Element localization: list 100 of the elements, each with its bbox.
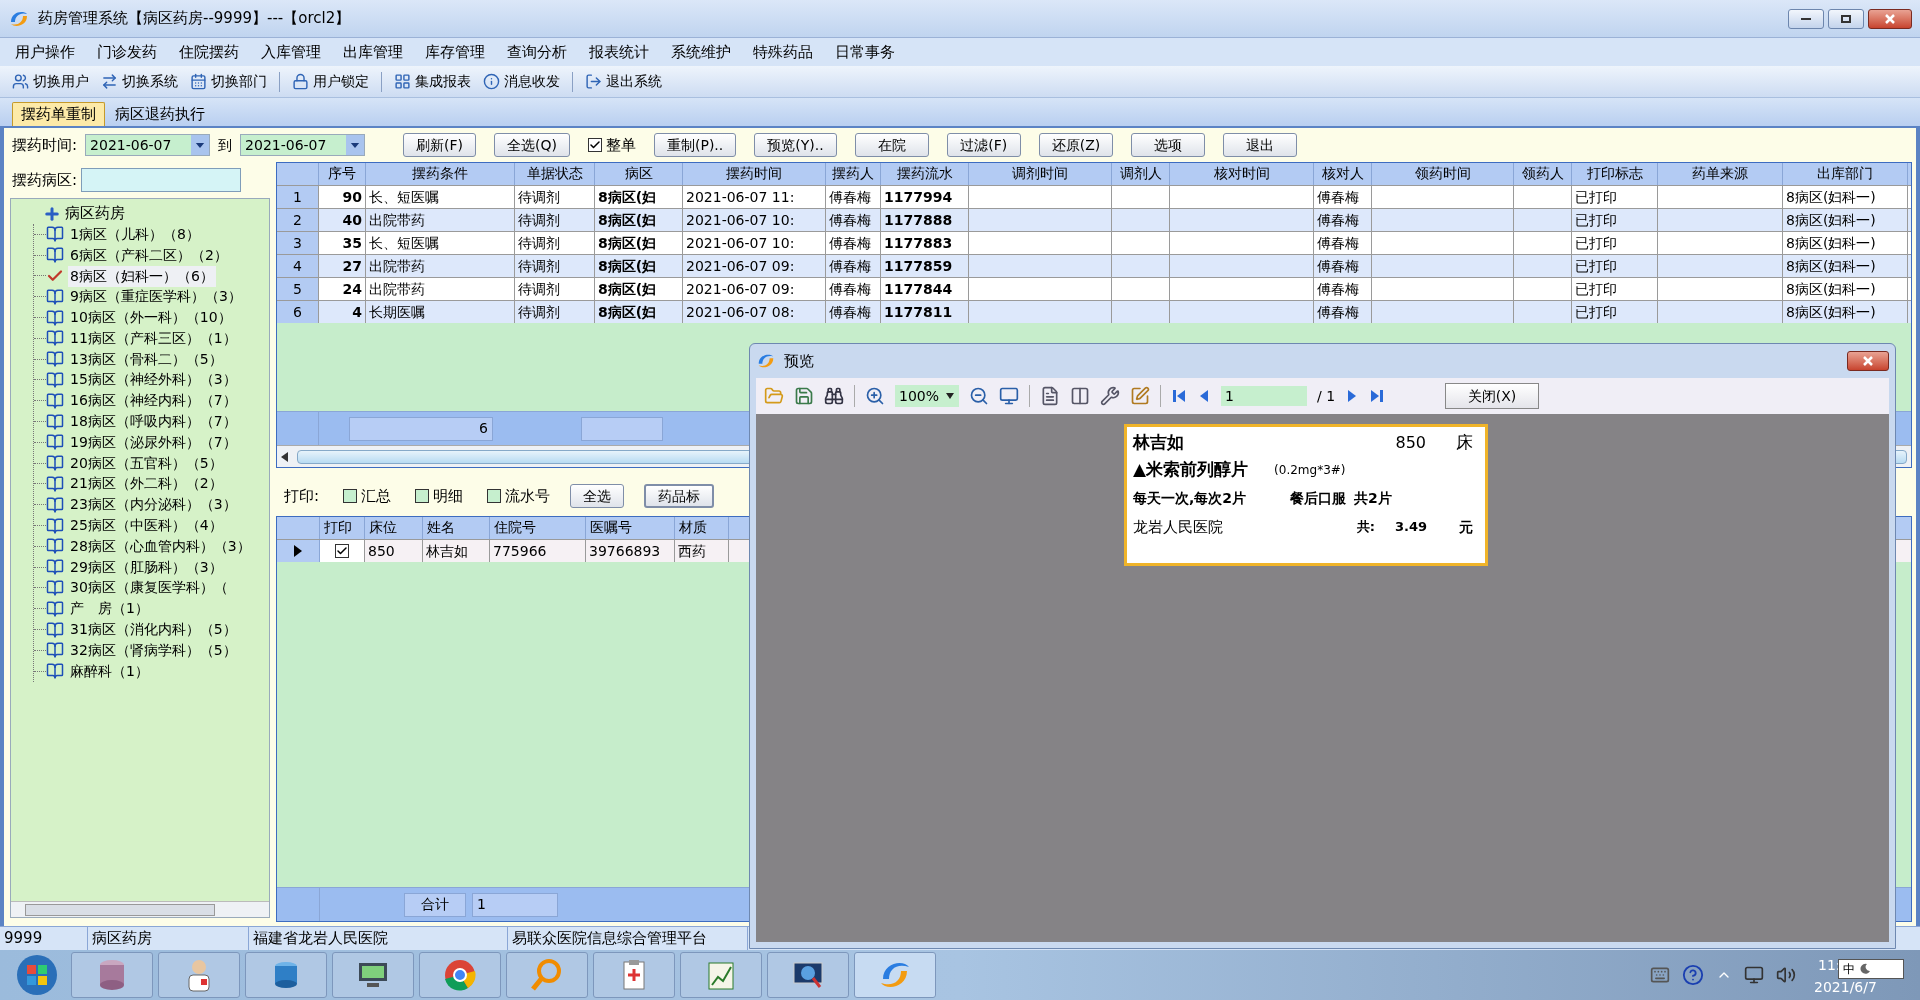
menu-item[interactable]: 用户操作: [4, 40, 86, 64]
tree-item[interactable]: 11病区（产科三区）（1）: [68, 327, 239, 349]
toolbar-button[interactable]: 切换部门: [186, 71, 271, 92]
tree-item[interactable]: 6病区（产科二区）（2）: [68, 244, 230, 266]
total-label: 共:: [1356, 518, 1375, 537]
ward-field[interactable]: [81, 168, 242, 192]
toolbar-button[interactable]: 退出系统: [581, 71, 666, 92]
tree-item[interactable]: 32病区（肾病学科）（5）: [68, 639, 239, 661]
columns-icon[interactable]: [1070, 386, 1090, 406]
taskbar-button[interactable]: [767, 952, 849, 998]
table-cell: 8病区(妇科一): [1783, 301, 1908, 323]
close-button[interactable]: [1847, 351, 1889, 371]
tree-item[interactable]: 9病区（重症医学科）（3）: [68, 286, 244, 308]
wrench-icon[interactable]: [1100, 386, 1120, 406]
toolbar-button[interactable]: 消息收发: [479, 71, 564, 92]
menu-item[interactable]: 报表统计: [578, 40, 660, 64]
first-page-icon[interactable]: [1171, 388, 1187, 404]
taskbar-button[interactable]: [332, 952, 414, 998]
clock-date: 2021/6/7: [1814, 978, 1877, 997]
zoom-in-icon[interactable]: [865, 386, 885, 406]
tree-item[interactable]: 13病区（骨科二）（5）: [68, 348, 225, 370]
tree-item[interactable]: 31病区（消化内科）（5）: [68, 619, 239, 641]
table-cell: 1177811: [881, 301, 969, 323]
binoculars-icon[interactable]: [824, 386, 844, 406]
toolbar-button[interactable]: 重制(P)..: [654, 133, 737, 157]
toolbar-button[interactable]: 药品标: [644, 484, 715, 508]
taskbar-button[interactable]: [245, 952, 327, 998]
checkbox[interactable]: [588, 138, 602, 152]
page-icon[interactable]: [1040, 386, 1060, 406]
menu-item[interactable]: 住院摆药: [168, 40, 250, 64]
menu-item[interactable]: 日常事务: [824, 40, 906, 64]
menu-item[interactable]: 入库管理: [250, 40, 332, 64]
help-icon[interactable]: [1682, 964, 1704, 986]
save-icon[interactable]: [794, 386, 814, 406]
checkbox[interactable]: [487, 489, 502, 503]
checkbox[interactable]: [415, 489, 430, 503]
toolbar-button[interactable]: 切换系统: [97, 71, 182, 92]
tree-item[interactable]: 20病区（五官科）（5）: [68, 452, 225, 474]
taskbar-button[interactable]: [71, 952, 153, 998]
keyboard-icon[interactable]: [1650, 965, 1670, 985]
scrollbar[interactable]: [11, 901, 269, 917]
tree-item[interactable]: 10病区（外一科）（10）: [68, 307, 234, 329]
tree-item[interactable]: 29病区（肛肠科）（3）: [68, 556, 225, 578]
tree-item[interactable]: 16病区（神经内科）（7）: [68, 390, 239, 412]
checkbox[interactable]: [343, 489, 358, 503]
menu-item[interactable]: 库存管理: [414, 40, 496, 64]
monitor-icon[interactable]: [999, 386, 1019, 406]
toolbar-button[interactable]: 选项: [1131, 133, 1206, 157]
tab[interactable]: 病区退药执行: [107, 102, 213, 126]
tree-item[interactable]: 25病区（中医科）（4）: [68, 515, 225, 537]
tree-item[interactable]: 8病区（妇科一）（6）: [68, 265, 216, 287]
zoom-out-icon[interactable]: [969, 386, 989, 406]
edit-icon[interactable]: [1130, 386, 1150, 406]
checkbox[interactable]: [335, 544, 349, 558]
menu-item[interactable]: 系统维护: [660, 40, 742, 64]
menu-item[interactable]: 门诊发药: [86, 40, 168, 64]
toolbar-button[interactable]: 集成报表: [390, 71, 475, 92]
table-cell: 4: [319, 301, 366, 323]
page-field[interactable]: 1: [1221, 386, 1307, 406]
tree-item[interactable]: 28病区（心血管内科）（3）: [68, 535, 253, 557]
tree-item[interactable]: 21病区（外二科）（2）: [68, 473, 225, 495]
tree-item[interactable]: 30病区（康复医学科）（: [68, 577, 230, 599]
close-button[interactable]: [1868, 8, 1912, 29]
menu-item[interactable]: 查询分析: [496, 40, 578, 64]
ime-bar[interactable]: 中: [1838, 959, 1904, 979]
tree-item[interactable]: 1病区（儿科）（8）: [68, 223, 202, 245]
tree-item[interactable]: 麻醉科（1）: [68, 660, 151, 682]
close-preview-button[interactable]: 关闭(X): [1445, 383, 1540, 409]
last-page-icon[interactable]: [1369, 388, 1386, 404]
tree-item[interactable]: 18病区（呼吸内科）（7）: [68, 411, 239, 433]
tree-item[interactable]: 病区药房: [65, 202, 125, 225]
taskbar-button[interactable]: [593, 952, 675, 998]
taskbar-button[interactable]: [854, 952, 936, 998]
tree-item[interactable]: 23病区（内分泌科）（3）: [68, 494, 239, 516]
toolbar-button[interactable]: 刷新(F): [403, 133, 477, 157]
menu-item[interactable]: 出库管理: [332, 40, 414, 64]
volume-icon[interactable]: [1776, 965, 1796, 985]
toolbar-button[interactable]: 切换用户: [8, 71, 93, 92]
menu-item[interactable]: 特殊药品: [742, 40, 824, 64]
minimize-button[interactable]: [1788, 8, 1824, 29]
tree-item[interactable]: 产 房（1）: [68, 598, 151, 620]
left-arrow-icon[interactable]: [281, 451, 289, 462]
toolbar-button[interactable]: 预览(Y)..: [754, 133, 837, 157]
tree-item[interactable]: 15病区（神经外科）（3）: [68, 369, 239, 391]
row-header: 5: [277, 278, 319, 300]
tab[interactable]: 摆药单重制: [12, 102, 105, 126]
toolbar-button[interactable]: 全选: [570, 484, 625, 508]
toolbar-button[interactable]: 用户锁定: [288, 71, 373, 92]
network-icon[interactable]: [1744, 965, 1764, 985]
zoom-select[interactable]: 100%: [895, 385, 959, 407]
toolbar-button[interactable]: 在院: [854, 133, 929, 157]
toolbar-button[interactable]: 全选(Q): [494, 133, 570, 157]
tree-item[interactable]: 19病区（泌尿外科）（7）: [68, 431, 239, 453]
taskbar-button[interactable]: [158, 952, 240, 998]
toolbar-button[interactable]: 还原(Z): [1038, 133, 1114, 157]
date-field[interactable]: 2021-06-07: [240, 134, 366, 156]
date-field[interactable]: 2021-06-07: [85, 134, 211, 156]
restore-button[interactable]: [1828, 8, 1864, 29]
toolbar-button[interactable]: 过滤(F): [946, 133, 1021, 157]
toolbar-button[interactable]: 退出: [1223, 133, 1298, 157]
